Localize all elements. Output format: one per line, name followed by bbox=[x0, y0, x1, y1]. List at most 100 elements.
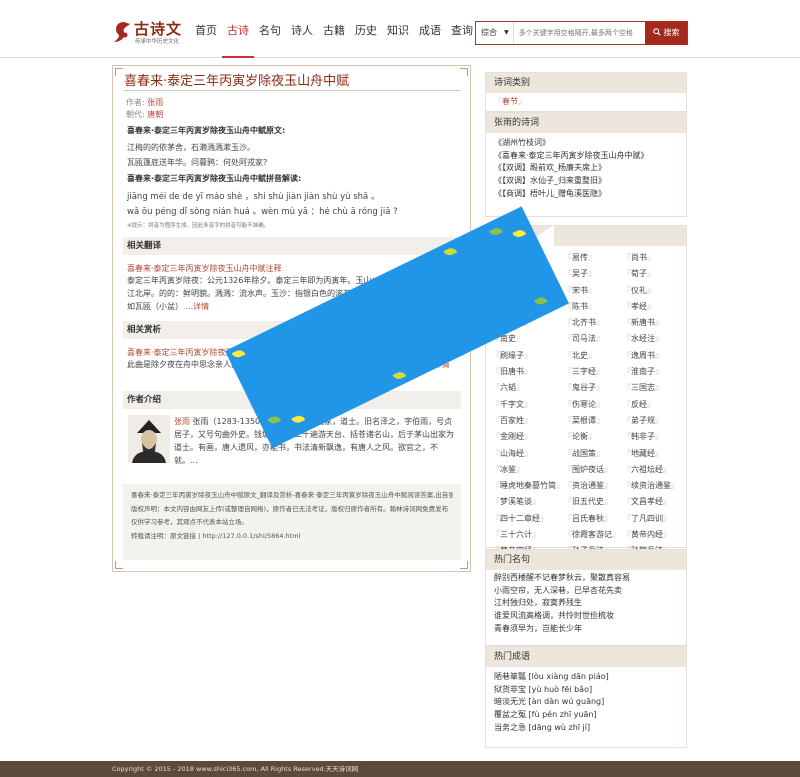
idiom-link[interactable]: 暗淡无光 [àn dàn wú guāng] bbox=[494, 697, 604, 706]
poem-link[interactable]: 《【商调】梧叶儿_赠龟溪医隐》 bbox=[494, 189, 606, 198]
bracket: 『 bbox=[492, 481, 500, 491]
classic-book-link[interactable]: 『韩非子』 bbox=[623, 429, 682, 445]
classic-book-link[interactable]: 『鬼谷子』 bbox=[564, 380, 623, 396]
famous-line-link[interactable]: 青春须早为，岂能长少年 bbox=[494, 624, 582, 633]
bracket: 『 bbox=[623, 448, 631, 458]
classic-book-label: 资治通鉴 bbox=[572, 481, 604, 491]
classic-book-link[interactable]: 『徐霞客游记』 bbox=[564, 527, 623, 543]
classic-book-link[interactable]: 『仪礼』 bbox=[623, 283, 682, 299]
site-logo[interactable]: 古诗文 传承中华历史文化 bbox=[112, 14, 187, 48]
classic-book-link[interactable]: 『战国策』 bbox=[564, 446, 623, 462]
bracket: 』 bbox=[540, 513, 548, 523]
poem-link[interactable]: 《【双调】水仙子_归来重整旧》 bbox=[494, 176, 606, 185]
classic-book-link[interactable]: 『尚书』 bbox=[623, 250, 682, 266]
author-intro-name[interactable]: 张雨 bbox=[174, 417, 190, 426]
classic-book-link[interactable]: 『续资治通鉴』 bbox=[623, 478, 682, 494]
nav-history[interactable]: 历史 bbox=[350, 0, 382, 58]
classic-book-link[interactable]: 『淮南子』 bbox=[623, 364, 682, 380]
classic-book-link[interactable]: 『四十二章经』 bbox=[492, 511, 564, 527]
classic-book-link[interactable]: 『三字经』 bbox=[564, 364, 623, 380]
classic-book-link[interactable]: 『六祖坛经』 bbox=[623, 462, 682, 478]
famous-lines-box: 热门名句 醉别西楼醒不记春梦秋云，聚散真容易 小雨空帘，无人深巷，已早杏花先卖 … bbox=[485, 549, 687, 646]
famous-line-link[interactable]: 谁爱风流高格调，共怜时世俭梳妆 bbox=[494, 611, 614, 620]
classic-book-link[interactable]: 『水经注』 bbox=[623, 331, 682, 347]
search-input[interactable] bbox=[513, 22, 646, 44]
classic-book-link[interactable]: 『吕氏春秋』 bbox=[564, 511, 623, 527]
classic-book-link[interactable]: 『吴子』 bbox=[564, 266, 623, 282]
classic-book-link[interactable]: 『睡虎地秦墓竹简』 bbox=[492, 478, 564, 494]
nav-poems[interactable]: 古诗 bbox=[222, 0, 254, 58]
bracket: 『 bbox=[623, 513, 631, 523]
classic-book-link[interactable]: 『资治通鉴』 bbox=[564, 478, 623, 494]
famous-line-link[interactable]: 醉别西楼醒不记春梦秋云，聚散真容易 bbox=[494, 573, 630, 582]
classic-book-link[interactable]: 『文昌孝经』 bbox=[623, 494, 682, 510]
author-link[interactable]: 张雨 bbox=[147, 98, 163, 107]
classic-book-link[interactable]: 『北史』 bbox=[564, 348, 623, 364]
author-portrait[interactable] bbox=[128, 415, 170, 463]
nav-poets[interactable]: 诗人 bbox=[286, 0, 318, 58]
dynasty-link[interactable]: 唐朝 bbox=[147, 110, 163, 119]
classic-book-label: 逸周书 bbox=[631, 350, 655, 360]
bracket: 『 bbox=[623, 301, 631, 311]
classic-book-link[interactable]: 『黄帝内经』 bbox=[623, 527, 682, 543]
classic-book-link[interactable]: 『新唐书』 bbox=[623, 315, 682, 331]
classic-book-link[interactable]: 『三十六计』 bbox=[492, 527, 564, 543]
nav-famous-lines[interactable]: 名句 bbox=[254, 0, 286, 58]
nav-lookup[interactable]: 查询 bbox=[446, 0, 478, 58]
classic-book-link[interactable]: 『三国志』 bbox=[623, 380, 682, 396]
idiom-link[interactable]: 陋巷箪瓢 [lòu xiàng dān piáo] bbox=[494, 672, 609, 681]
nav-idioms[interactable]: 成语 bbox=[414, 0, 446, 58]
classic-book-label: 北史 bbox=[572, 350, 588, 360]
classic-book-link[interactable]: 『北齐书』 bbox=[564, 315, 623, 331]
nav-home[interactable]: 首页 bbox=[190, 0, 222, 58]
classic-book-link[interactable]: 『围炉夜话』 bbox=[564, 462, 623, 478]
classic-book-link[interactable]: 『旧五代史』 bbox=[564, 494, 623, 510]
site-header: 古诗文 传承中华历史文化 首页 古诗 名句 诗人 古籍 历史 知识 成语 查询 … bbox=[0, 0, 800, 58]
classic-book-link[interactable]: 『山海经』 bbox=[492, 446, 564, 462]
classic-book-link[interactable]: 『陈书』 bbox=[564, 299, 623, 315]
classic-book-link[interactable]: 『地藏经』 bbox=[623, 446, 682, 462]
classic-book-link[interactable]: 『刷缘子』 bbox=[492, 348, 564, 364]
bracket: 』 bbox=[663, 464, 671, 474]
poem-link[interactable]: 《湖州竹枝词》 bbox=[494, 138, 550, 147]
classic-book-link[interactable]: 『六韬』 bbox=[492, 380, 564, 396]
bracket: 『 bbox=[564, 383, 572, 393]
translation-more-link[interactable]: ...详情 bbox=[186, 302, 210, 311]
search-type-select[interactable]: 综合 ▼ bbox=[476, 22, 514, 44]
search-button[interactable]: 搜索 bbox=[645, 21, 687, 45]
classic-book-label: 六韬 bbox=[500, 383, 516, 393]
nav-classics[interactable]: 古籍 bbox=[318, 0, 350, 58]
classic-book-link[interactable]: 『论衡』 bbox=[564, 429, 623, 445]
bracket: 『 bbox=[623, 334, 631, 344]
classic-book-link[interactable]: 『反经』 bbox=[623, 397, 682, 413]
classic-book-link[interactable]: 『梦溪笔谈』 bbox=[492, 494, 564, 510]
translation-link[interactable]: 喜春来·泰定三年丙寅岁除夜玉山舟中赋注释 bbox=[127, 263, 282, 274]
poem-link[interactable]: 《【双调】殿前欢_杨廉夫席上》 bbox=[494, 163, 606, 172]
category-tag[interactable]: 春节 bbox=[502, 97, 518, 106]
classic-book-link[interactable]: 『金刚经』 bbox=[492, 429, 564, 445]
idiom-link[interactable]: 覆盆之冤 [fù pén zhī yuān] bbox=[494, 710, 597, 719]
classic-book-link[interactable]: 『百家姓』 bbox=[492, 413, 564, 429]
classic-book-link[interactable]: 『逸周书』 bbox=[623, 348, 682, 364]
bracket: 『 bbox=[492, 432, 500, 442]
idiom-link[interactable]: 当务之急 [dāng wù zhī jí] bbox=[494, 723, 590, 732]
classic-book-link[interactable]: 『菜根谭』 bbox=[564, 413, 623, 429]
classic-book-link[interactable]: 『冰鉴』 bbox=[492, 462, 564, 478]
idiom-link[interactable]: 狱货非宝 [yù huò fēi bǎo] bbox=[494, 685, 592, 694]
classic-book-link[interactable]: 『孝经』 bbox=[623, 299, 682, 315]
bracket: 『 bbox=[623, 253, 631, 262]
classic-book-link[interactable]: 『旧唐书』 bbox=[492, 364, 564, 380]
classic-book-link[interactable]: 『宋书』 bbox=[564, 283, 623, 299]
famous-line-link[interactable]: 江村独归处，寂寞养残生 bbox=[494, 598, 582, 607]
nav-knowledge[interactable]: 知识 bbox=[382, 0, 414, 58]
classic-book-link[interactable]: 『弟子规』 bbox=[623, 413, 682, 429]
classic-book-link[interactable]: 『司马法』 bbox=[564, 331, 623, 347]
classic-book-link[interactable]: 『了凡四训』 bbox=[623, 511, 682, 527]
classic-book-link[interactable]: 『荀子』 bbox=[623, 266, 682, 282]
classic-book-link[interactable]: 『千字文』 bbox=[492, 397, 564, 413]
classic-book-link[interactable]: 『伤寒论』 bbox=[564, 397, 623, 413]
famous-line-link[interactable]: 小雨空帘，无人深巷，已早杏花先卖 bbox=[494, 586, 622, 595]
classic-book-link[interactable]: 『易传』 bbox=[564, 250, 623, 266]
poem-line: 江梅的的依茅舍，石濑溅溅漱玉沙。 bbox=[127, 143, 255, 152]
poem-link[interactable]: 《喜春来·泰定三年丙寅岁除夜玉山舟中赋》 bbox=[494, 151, 649, 160]
